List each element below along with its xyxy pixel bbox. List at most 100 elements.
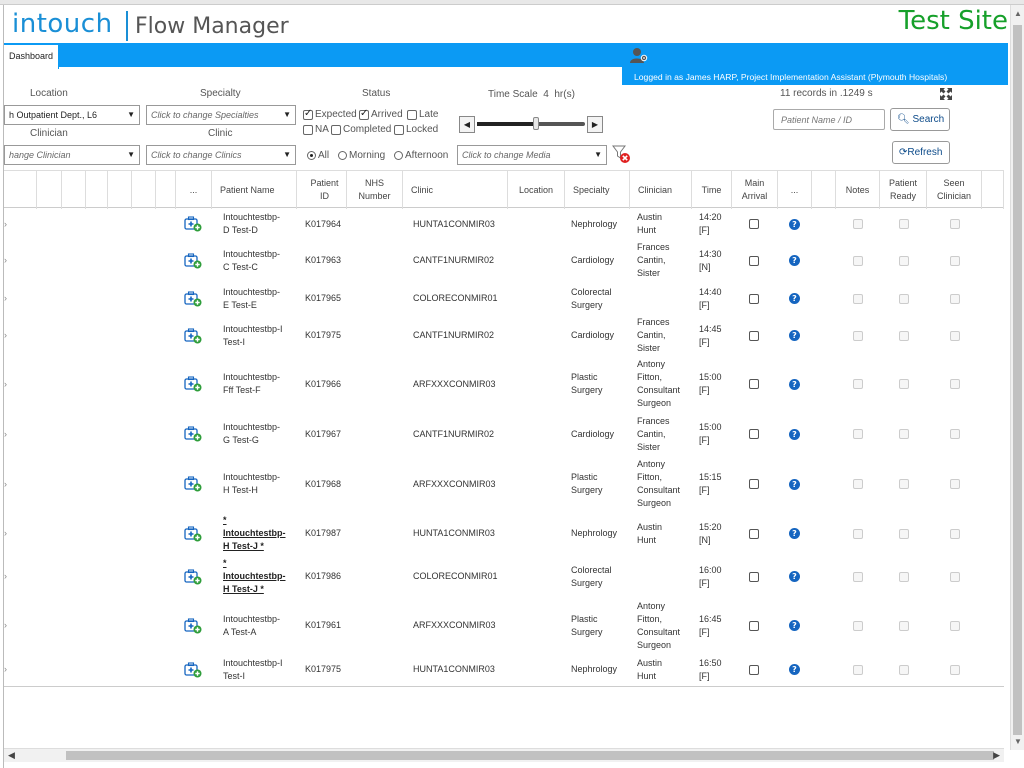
- checkbox-na[interactable]: [303, 124, 313, 135]
- grid-header-cell[interactable]: ...: [778, 171, 812, 209]
- status-na[interactable]: NA: [303, 124, 329, 135]
- case-cell[interactable]: [184, 315, 206, 356]
- main-arrival-cell[interactable]: [749, 512, 763, 555]
- main-arrival-checkbox[interactable]: [749, 330, 759, 341]
- media-select[interactable]: Click to change Media ▼: [457, 145, 607, 165]
- patient-name[interactable]: Intouchtestbp- H Test-H: [223, 456, 301, 512]
- scroll-down-icon[interactable]: ▼: [1014, 738, 1022, 746]
- checkbox-completed[interactable]: [331, 124, 341, 135]
- grid-header-cell[interactable]: Location: [508, 171, 565, 209]
- status-completed[interactable]: Completed: [331, 124, 391, 135]
- radio-afternoon-button[interactable]: [394, 151, 403, 160]
- question-circle-icon[interactable]: ?: [789, 378, 800, 390]
- main-arrival-checkbox[interactable]: [749, 293, 759, 304]
- time-scale-slider[interactable]: ◀ ▶: [459, 116, 603, 133]
- patient-name[interactable]: Intouchtestbp- A Test-A: [223, 598, 301, 653]
- slider-left-button[interactable]: ◀: [459, 116, 475, 133]
- case-cell[interactable]: [184, 512, 206, 555]
- main-arrival-cell[interactable]: [749, 456, 763, 512]
- table-row[interactable]: › Intouchtestbp-I Test-I K017975 CANTF1NURMI…: [4, 315, 1004, 356]
- scroll-thumb[interactable]: [66, 751, 994, 760]
- question-circle-icon[interactable]: ?: [789, 255, 800, 266]
- table-row[interactable]: › Intouchtestbp- D Test-D K017964 HUNTA1CONM…: [4, 209, 1004, 239]
- slider-right-button[interactable]: ▶: [587, 116, 603, 133]
- main-arrival-cell[interactable]: [749, 282, 763, 315]
- patient-name[interactable]: * Intouchtestbp- H Test-J *: [223, 555, 301, 598]
- specialty-select[interactable]: Click to change Specialties ▼: [146, 105, 296, 125]
- vertical-scrollbar[interactable]: ▲ ▼: [1010, 5, 1024, 750]
- grid-header-cell[interactable]: Clinician: [630, 171, 692, 209]
- question-circle-icon[interactable]: ?: [789, 664, 800, 675]
- main-arrival-cell[interactable]: [749, 412, 763, 456]
- radio-morning[interactable]: Morning: [338, 150, 385, 161]
- medical-case-add-icon[interactable]: [184, 327, 202, 344]
- filter-clear-icon[interactable]: [612, 144, 632, 164]
- case-cell[interactable]: [184, 555, 206, 598]
- help-cell[interactable]: ?: [789, 239, 803, 282]
- scroll-thumb[interactable]: [1013, 25, 1022, 735]
- case-cell[interactable]: [184, 356, 206, 412]
- table-row[interactable]: › Intouchtestbp- C Test-C K017963 CANTF1NURM…: [4, 239, 1004, 282]
- search-button[interactable]: 🔍︎ Search: [890, 108, 950, 131]
- case-cell[interactable]: [184, 653, 206, 686]
- status-late[interactable]: Late: [407, 109, 438, 120]
- case-cell[interactable]: [184, 209, 206, 239]
- grid-header-cell[interactable]: Main Arrival: [732, 171, 778, 209]
- main-arrival-checkbox[interactable]: [749, 255, 759, 266]
- clinic-select[interactable]: Click to change Clinics ▼: [146, 145, 296, 165]
- checkbox-locked[interactable]: [394, 124, 404, 135]
- help-cell[interactable]: ?: [789, 653, 803, 686]
- table-row[interactable]: › Intouchtestbp- H Test-H K017968 ARFXXXCONM…: [4, 456, 1004, 512]
- radio-all-button[interactable]: [307, 151, 316, 160]
- main-arrival-checkbox[interactable]: [749, 479, 759, 489]
- table-row[interactable]: › * Intouchtestbp- H Test-J * K017986 COLOREC…: [4, 555, 1004, 598]
- checkbox-expected[interactable]: [303, 108, 313, 120]
- main-arrival-checkbox[interactable]: [749, 571, 759, 582]
- medical-case-add-icon[interactable]: [184, 661, 202, 678]
- help-cell[interactable]: ?: [789, 356, 803, 412]
- question-circle-icon[interactable]: ?: [789, 571, 800, 582]
- medical-case-add-icon[interactable]: [184, 617, 202, 634]
- patient-name[interactable]: Intouchtestbp- E Test-E: [223, 282, 301, 315]
- case-cell[interactable]: [184, 239, 206, 282]
- help-cell[interactable]: ?: [789, 598, 803, 653]
- table-row[interactable]: › Intouchtestbp- G Test-G K017967 CANTF1NURM…: [4, 412, 1004, 456]
- medical-case-add-icon[interactable]: [184, 252, 202, 269]
- medical-case-add-icon[interactable]: [184, 426, 202, 442]
- medical-case-add-icon[interactable]: [184, 216, 202, 232]
- table-row[interactable]: › Intouchtestbp- Fff Test-F K017966 ARFXXXCO…: [4, 356, 1004, 412]
- main-arrival-cell[interactable]: [749, 315, 763, 356]
- grid-header-cell[interactable]: Notes: [836, 171, 880, 209]
- question-circle-icon[interactable]: ?: [789, 528, 800, 539]
- table-row[interactable]: › Intouchtestbp-I Test-I K017975 HUNTA1CONMI…: [4, 653, 1004, 686]
- main-arrival-checkbox[interactable]: [749, 379, 759, 389]
- patient-name[interactable]: Intouchtestbp- D Test-D: [223, 209, 301, 239]
- help-cell[interactable]: ?: [789, 412, 803, 456]
- case-cell[interactable]: [184, 282, 206, 315]
- main-arrival-cell[interactable]: [749, 356, 763, 412]
- main-arrival-cell[interactable]: [749, 555, 763, 598]
- help-cell[interactable]: ?: [789, 315, 803, 356]
- grid-header-cell[interactable]: Patient Ready: [880, 171, 927, 209]
- scroll-right-icon[interactable]: ▶: [993, 750, 1000, 761]
- grid-header-cell[interactable]: Patient Name: [212, 171, 297, 209]
- main-arrival-cell[interactable]: [749, 653, 763, 686]
- grid-header-cell[interactable]: Seen Clinician: [927, 171, 982, 209]
- patient-name[interactable]: * Intouchtestbp- H Test-J *: [223, 512, 301, 555]
- medical-case-add-icon[interactable]: [184, 476, 202, 492]
- question-circle-icon[interactable]: ?: [789, 428, 800, 440]
- slider-track[interactable]: [477, 117, 585, 130]
- question-circle-icon[interactable]: ?: [789, 293, 800, 304]
- location-select[interactable]: h Outpatient Dept., L6 ▼: [4, 105, 140, 125]
- expand-arrows-icon[interactable]: [940, 88, 952, 100]
- main-arrival-checkbox[interactable]: [749, 528, 759, 539]
- main-arrival-cell[interactable]: [749, 239, 763, 282]
- main-arrival-cell[interactable]: [749, 209, 763, 239]
- patient-name[interactable]: Intouchtestbp- Fff Test-F: [223, 356, 301, 412]
- patient-name[interactable]: Intouchtestbp-I Test-I: [223, 653, 301, 686]
- refresh-button[interactable]: ⟳Refresh: [892, 141, 950, 164]
- medical-case-add-icon[interactable]: [184, 290, 202, 307]
- grid-header-cell[interactable]: Clinic: [403, 171, 508, 209]
- case-cell[interactable]: [184, 412, 206, 456]
- case-cell[interactable]: [184, 598, 206, 653]
